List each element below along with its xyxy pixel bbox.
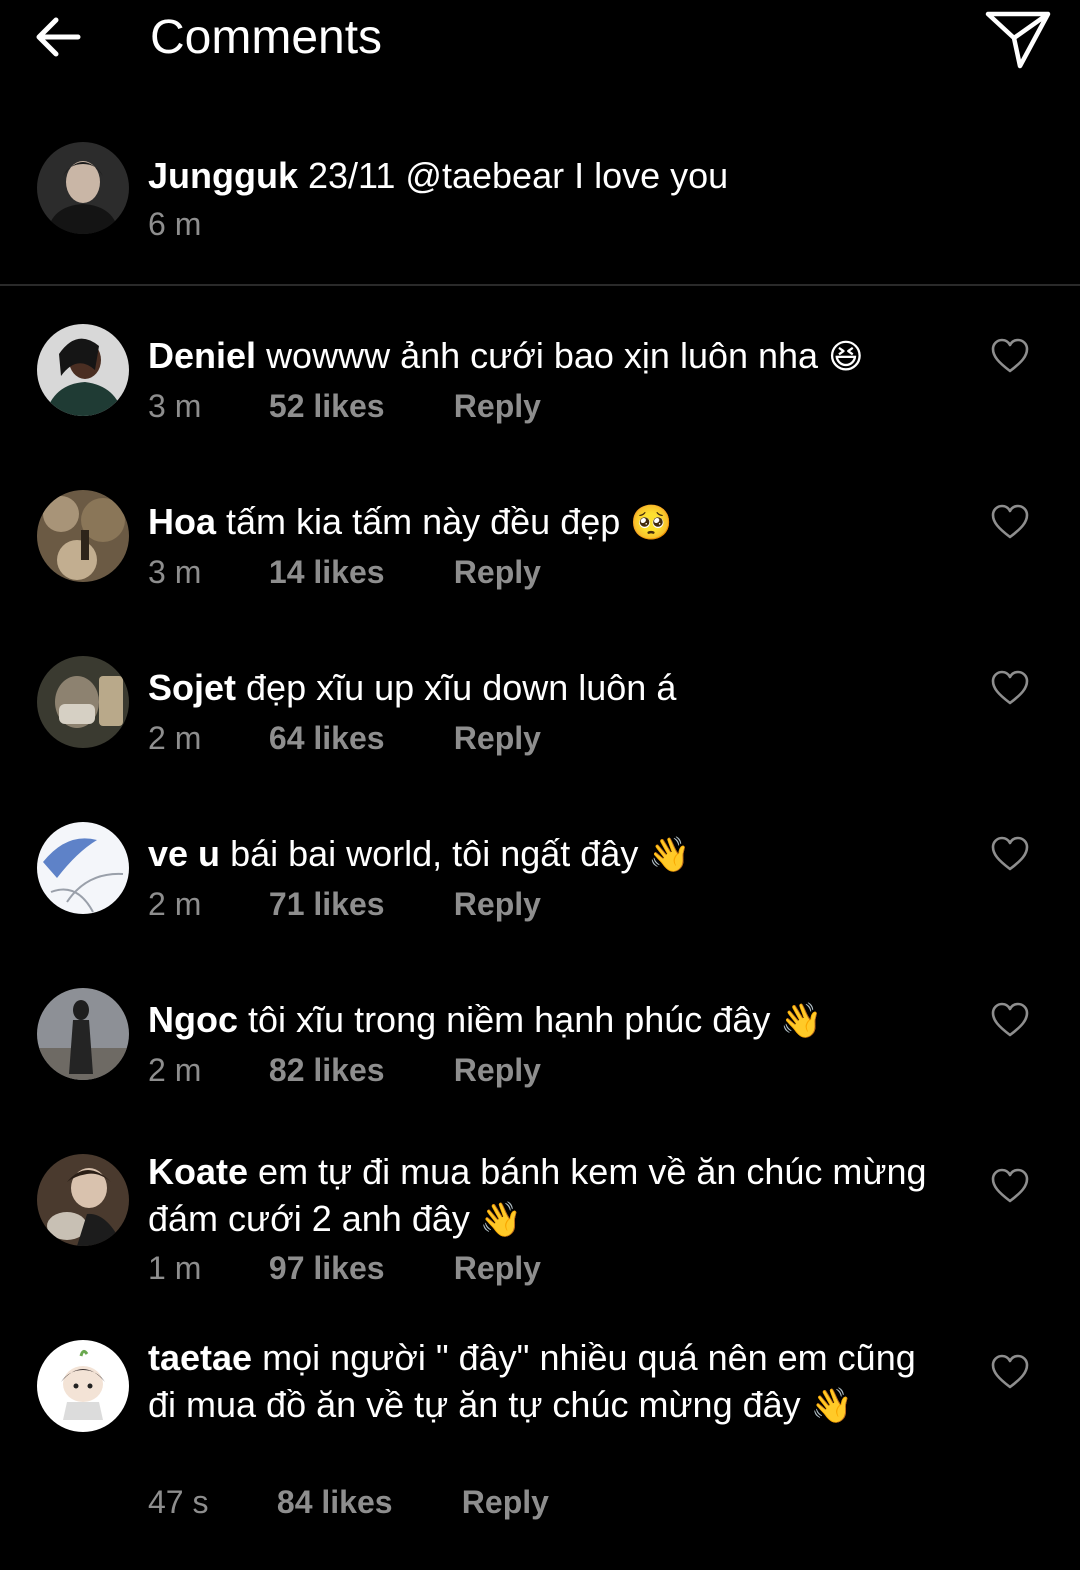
comment-text: Ngoc tôi xĩu trong niềm hạnh phúc đây 👋 bbox=[148, 996, 928, 1045]
caption-meta: 6 m bbox=[148, 204, 260, 244]
comment-emoji: 👋 bbox=[648, 836, 691, 874]
comment-body: em tự đi mua bánh kem về ăn chúc mừng đá… bbox=[148, 1151, 927, 1239]
heart-icon[interactable] bbox=[990, 504, 1030, 540]
comment-meta: 1 m 97 likes Reply bbox=[148, 1248, 541, 1288]
caption-time: 6 m bbox=[148, 206, 202, 242]
comment-text: ve u bái bai world, tôi ngất đây 👋 bbox=[148, 830, 928, 879]
comment-username[interactable]: taetae bbox=[148, 1337, 252, 1378]
comment-body: mọi người " đây" nhiều quá nên em cũng đ… bbox=[148, 1337, 916, 1425]
comment-username[interactable]: ve u bbox=[148, 833, 220, 874]
comment-likes[interactable]: 84 likes bbox=[277, 1482, 453, 1522]
comment-username[interactable]: Deniel bbox=[148, 335, 256, 376]
heart-icon[interactable] bbox=[990, 1002, 1030, 1038]
comment-meta: 3 m 14 likes Reply bbox=[148, 552, 541, 592]
comment-meta: 2 m 64 likes Reply bbox=[148, 718, 541, 758]
avatar[interactable] bbox=[37, 142, 129, 234]
avatar[interactable] bbox=[37, 324, 129, 416]
caption-text: Jungguk 23/11 @taebear I love you bbox=[148, 152, 928, 199]
caption-username[interactable]: Jungguk bbox=[148, 155, 298, 196]
heart-icon[interactable] bbox=[990, 836, 1030, 872]
avatar[interactable] bbox=[37, 988, 129, 1080]
page-title: Comments bbox=[150, 11, 383, 64]
comment-likes[interactable]: 71 likes bbox=[269, 884, 445, 924]
comment-text: taetae mọi người " đây" nhiều quá nên em… bbox=[148, 1334, 928, 1430]
comment-text: Koate em tự đi mua bánh kem về ăn chúc m… bbox=[148, 1148, 928, 1244]
heart-icon[interactable] bbox=[990, 338, 1030, 374]
top-bar: Comments bbox=[0, 0, 1080, 80]
comment-emoji: 👋 bbox=[479, 1201, 523, 1239]
comment-username[interactable]: Sojet bbox=[148, 667, 236, 708]
comment-time: 47 s bbox=[148, 1484, 209, 1520]
avatar[interactable] bbox=[37, 1340, 129, 1432]
reply-button[interactable]: Reply bbox=[462, 1484, 549, 1520]
comment-likes[interactable]: 14 likes bbox=[269, 552, 445, 592]
reply-button[interactable]: Reply bbox=[454, 554, 541, 590]
comment-emoji: 👋 bbox=[810, 1387, 853, 1425]
comment-time: 2 m bbox=[148, 720, 202, 756]
avatar[interactable] bbox=[37, 656, 129, 748]
comment-likes[interactable]: 82 likes bbox=[269, 1050, 445, 1090]
reply-button[interactable]: Reply bbox=[454, 1250, 541, 1286]
comment-username[interactable]: Ngoc bbox=[148, 999, 238, 1040]
comment-text: Deniel wowww ảnh cưới bao xịn luôn nha 😆 bbox=[148, 332, 928, 381]
comment-body: bái bai world, tôi ngất đây bbox=[230, 833, 639, 874]
comment-text: Sojet đẹp xĩu up xĩu down luôn á bbox=[148, 664, 928, 711]
paper-plane-icon[interactable] bbox=[982, 8, 1054, 74]
comment-meta: 47 s 84 likes Reply bbox=[148, 1482, 549, 1522]
comment-time: 1 m bbox=[148, 1250, 202, 1286]
comment-likes[interactable]: 64 likes bbox=[269, 718, 445, 758]
comment-username[interactable]: Hoa bbox=[148, 501, 216, 542]
heart-icon[interactable] bbox=[990, 670, 1030, 706]
comment-text: Hoa tấm kia tấm này đều đẹp 🥺 bbox=[148, 498, 928, 547]
comment-likes[interactable]: 97 likes bbox=[269, 1248, 445, 1288]
comment-time: 2 m bbox=[148, 1052, 202, 1088]
reply-button[interactable]: Reply bbox=[454, 720, 541, 756]
reply-button[interactable]: Reply bbox=[454, 1052, 541, 1088]
heart-icon[interactable] bbox=[990, 1168, 1030, 1204]
comment-username[interactable]: Koate bbox=[148, 1151, 248, 1192]
comment-emoji: 🥺 bbox=[630, 504, 673, 542]
comment-emoji: 👋 bbox=[780, 1002, 823, 1040]
avatar[interactable] bbox=[37, 490, 129, 582]
comment-meta: 2 m 82 likes Reply bbox=[148, 1050, 541, 1090]
comment-time: 3 m bbox=[148, 388, 202, 424]
arrow-left-icon[interactable] bbox=[30, 10, 86, 64]
comment-time: 3 m bbox=[148, 554, 202, 590]
comment-meta: 3 m 52 likes Reply bbox=[148, 386, 541, 426]
reply-button[interactable]: Reply bbox=[454, 886, 541, 922]
avatar[interactable] bbox=[37, 822, 129, 914]
comment-likes[interactable]: 52 likes bbox=[269, 386, 445, 426]
comment-body: tấm kia tấm này đều đẹp bbox=[226, 501, 621, 542]
caption-body: 23/11 @taebear I love you bbox=[308, 155, 729, 196]
divider bbox=[0, 284, 1080, 286]
avatar[interactable] bbox=[37, 1154, 129, 1246]
comment-body: đẹp xĩu up xĩu down luôn á bbox=[246, 667, 677, 708]
comment-body: tôi xĩu trong niềm hạnh phúc đây bbox=[248, 999, 771, 1040]
comment-time: 2 m bbox=[148, 886, 202, 922]
comment-body: wowww ảnh cưới bao xịn luôn nha bbox=[266, 335, 819, 376]
comment-meta: 2 m 71 likes Reply bbox=[148, 884, 541, 924]
reply-button[interactable]: Reply bbox=[454, 388, 541, 424]
heart-icon[interactable] bbox=[990, 1354, 1030, 1390]
comment-emoji: 😆 bbox=[828, 338, 864, 376]
